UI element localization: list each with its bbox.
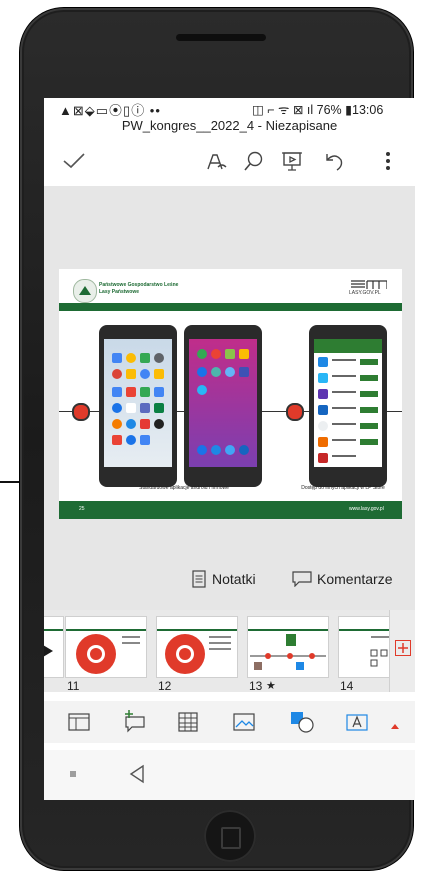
checkmark-icon[interactable] — [60, 148, 88, 174]
slide-thumbnails: 11 12 13 ★ 14 — [44, 610, 415, 693]
slide-page-number: 25 — [79, 506, 85, 512]
thumbnail-number-13: 13 — [249, 679, 263, 693]
brand-logo-text: LASY.GOV.PL — [349, 290, 381, 296]
thumbnail-number-14: 14 — [340, 679, 354, 693]
slide-phone-3 — [309, 325, 387, 487]
comments-button[interactable]: Komentarze — [317, 571, 392, 587]
slide-phone-1 — [99, 325, 177, 487]
slide-footer-band: 25 www.lasy.gov.pl — [59, 501, 402, 519]
slide-thumbnail-10[interactable] — [44, 616, 64, 678]
pen-icon[interactable] — [202, 148, 230, 174]
battery-icon: ▮ — [341, 103, 353, 117]
back-icon[interactable] — [129, 764, 145, 789]
battery-percent: 76% — [316, 103, 342, 117]
notes-button[interactable]: Notatki — [212, 571, 256, 587]
timeline-dot-left — [72, 403, 90, 421]
document-title: PW_kongres__2022_4 - Niezapisane — [121, 118, 338, 133]
brand-logo-mark — [351, 277, 388, 289]
new-slide-area — [389, 610, 415, 692]
home-button-icon — [221, 827, 241, 849]
slide-phone-3-screen — [314, 339, 382, 467]
panel-actions: Notatki Komentarze — [44, 566, 415, 594]
thumbnail-number-12: 12 — [158, 679, 172, 693]
slide-footer-url: www.lasy.gov.pl — [349, 506, 384, 512]
top-toolbar — [44, 142, 415, 182]
image-icon[interactable] — [233, 713, 255, 736]
undo-icon[interactable] — [320, 148, 348, 174]
slide-phone-2-screen — [189, 339, 257, 467]
notification-icons: ▲⊠⬙▭⦿▯ⓘ •• — [59, 103, 161, 118]
recents-icon[interactable] — [70, 771, 76, 777]
timeline-dot-right — [286, 403, 304, 421]
more-vertical-icon[interactable] — [378, 148, 398, 174]
table-icon[interactable] — [178, 712, 198, 737]
insert-toolbar — [44, 701, 415, 743]
org-name-line2: Lasy Państwowe — [99, 289, 140, 295]
slide-header-band — [59, 303, 402, 311]
slide-phone-1-screen — [104, 339, 172, 467]
comment-icon[interactable] — [122, 709, 146, 738]
shapes-icon[interactable] — [289, 710, 315, 739]
new-slide-button[interactable] — [395, 640, 411, 656]
expand-area — [370, 701, 415, 743]
status-bar: ▲⊠⬙▭⦿▯ⓘ •• ◫ ⌐ ᯤ ⊠ ıl 76% ▮13:06 — [44, 98, 415, 120]
thumbnail-number-11: 11 — [67, 679, 80, 693]
current-slide[interactable]: Państwowe Gospodarstwo Leśne Lasy Państw… — [59, 269, 402, 519]
comments-icon[interactable] — [292, 571, 312, 592]
caption-right: Dostęp do innych aplikacji w LP Store — [301, 485, 385, 491]
slide-thumbnail-13[interactable] — [247, 616, 329, 678]
status-right: ◫ ⌐ ᯤ ⊠ ıl 76% ▮13:06 — [252, 101, 383, 118]
phone-screen: ▲⊠⬙▭⦿▯ⓘ •• ◫ ⌐ ᯤ ⊠ ıl 76% ▮13:06 PW_kong… — [44, 98, 415, 800]
textbox-icon[interactable] — [346, 712, 368, 737]
earpiece-speaker — [176, 34, 266, 41]
org-name-line1: Państwowe Gospodarstwo Leśne — [99, 282, 179, 288]
system-nav-bar — [44, 750, 415, 800]
layout-icon[interactable] — [68, 713, 90, 736]
slide-phone-2 — [184, 325, 262, 487]
search-icon[interactable] — [240, 148, 268, 174]
caption-left: Standardowe aplikacje android i firmowe — [139, 485, 229, 491]
present-icon[interactable] — [278, 148, 306, 174]
clock: 13:06 — [352, 103, 384, 117]
signal-icons: ◫ ⌐ ᯤ ⊠ ıl — [252, 103, 317, 117]
slide-thumbnail-12[interactable] — [156, 616, 238, 678]
thumbnail-star-badge: ★ — [266, 680, 276, 692]
notes-icon[interactable] — [192, 570, 206, 593]
slide-thumbnail-11[interactable] — [65, 616, 147, 678]
lp-logo — [73, 279, 97, 303]
expand-up-icon[interactable] — [390, 717, 400, 735]
